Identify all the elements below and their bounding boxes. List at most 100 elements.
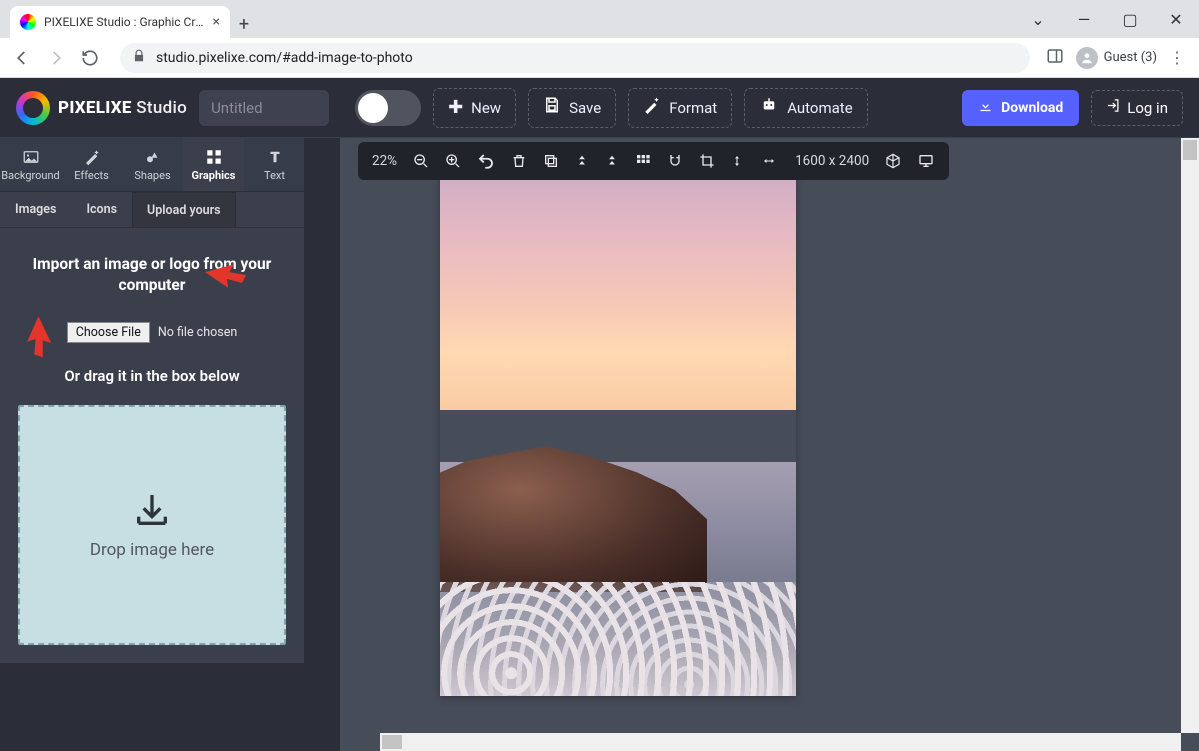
format-button-label: Format (669, 99, 717, 117)
image-dropzone[interactable]: Drop image here (18, 405, 286, 645)
zoom-in-icon[interactable] (445, 153, 461, 169)
wand-icon (643, 96, 661, 119)
document-title-input[interactable]: Untitled (199, 90, 329, 126)
canvas-image[interactable] (440, 176, 796, 696)
new-button[interactable]: ✚ New (433, 88, 516, 128)
file-chosen-label: No file chosen (158, 325, 237, 340)
document-title-placeholder: Untitled (211, 99, 263, 117)
sidebar-tab-background[interactable]: Background (0, 138, 61, 191)
canvas-dimensions: 1600 x 2400 (795, 153, 869, 169)
logo-icon (16, 91, 50, 125)
app-body: Background Effects Shapes Graphics Text (0, 138, 1199, 751)
theme-toggle[interactable] (355, 90, 421, 126)
zoom-label: 22% (372, 153, 397, 169)
caret-down-icon[interactable]: ⌄ (1015, 0, 1061, 38)
save-button-label: Save (569, 99, 601, 117)
graphics-icon (204, 148, 224, 166)
close-window-icon[interactable]: ✕ (1153, 0, 1199, 38)
upload-panel: Import an image or logo from your comput… (0, 228, 304, 663)
login-button-label: Log in (1127, 99, 1168, 117)
kebab-menu-icon[interactable]: ⋮ (1169, 48, 1185, 67)
magnet-icon[interactable] (667, 153, 683, 169)
login-button[interactable]: Log in (1091, 90, 1183, 126)
save-button[interactable]: Save (528, 88, 616, 128)
favicon (20, 14, 36, 30)
download-button-label: Download (1001, 100, 1063, 116)
canvas-viewport[interactable] (340, 138, 1199, 751)
download-icon (978, 98, 993, 117)
side-tab-bar: Background Effects Shapes Graphics Text (0, 138, 304, 192)
tab-close-icon[interactable]: × (213, 14, 220, 30)
sidebar-tab-label: Background (1, 169, 59, 182)
avatar-icon (1076, 47, 1098, 69)
download-into-icon (132, 490, 172, 530)
new-tab-button[interactable]: + (230, 10, 258, 38)
automate-button[interactable]: Automate (744, 88, 867, 128)
or-drag-label: Or drag it in the box below (64, 367, 239, 385)
tab-title: PIXELIXE Studio : Graphic Crea (44, 15, 207, 29)
desktop-icon[interactable] (917, 153, 935, 169)
browser-tab[interactable]: PIXELIXE Studio : Graphic Crea × (10, 6, 230, 38)
maximize-icon[interactable]: ▢ (1107, 0, 1153, 38)
sidebar-tab-effects[interactable]: Effects (61, 138, 122, 191)
undo-icon[interactable] (477, 152, 495, 170)
dropzone-label: Drop image here (90, 540, 214, 560)
trash-icon[interactable] (511, 153, 527, 169)
text-icon (265, 148, 285, 166)
bring-forward-icon[interactable] (575, 153, 589, 169)
format-button[interactable]: Format (628, 88, 732, 128)
brand-main: PIXELIXE (58, 98, 132, 118)
minimize-icon[interactable]: — (1061, 0, 1107, 38)
canvas-area: 22% 1600 x 2400 (340, 138, 1199, 751)
file-chooser-row: Choose File No file chosen (67, 322, 237, 343)
sidebar-tab-label: Shapes (134, 169, 170, 182)
floppy-icon (543, 96, 561, 119)
sidebar-tab-shapes[interactable]: Shapes (122, 138, 183, 191)
resize-horizontal-icon[interactable] (759, 155, 779, 167)
annotation-arrow-icon (17, 316, 66, 365)
subtab-images[interactable]: Images (0, 192, 71, 227)
cube-icon[interactable] (885, 153, 901, 169)
subtab-icons[interactable]: Icons (71, 192, 132, 227)
brand-sub: Studio (136, 98, 187, 118)
brand-logo[interactable]: PIXELIXE Studio (16, 91, 187, 125)
toggle-knob (358, 93, 388, 123)
app-header: PIXELIXE Studio Untitled ✚ New Save Form… (0, 78, 1199, 138)
copy-icon[interactable] (543, 153, 559, 169)
sidebar-tab-graphics[interactable]: Graphics (183, 138, 244, 191)
download-button[interactable]: Download (962, 90, 1079, 126)
zoom-out-icon[interactable] (413, 153, 429, 169)
app-root: PIXELIXE Studio Untitled ✚ New Save Form… (0, 78, 1199, 751)
panel-icon[interactable] (1046, 47, 1064, 69)
login-icon (1106, 98, 1121, 117)
sidebar-tab-label: Text (264, 169, 285, 182)
back-button[interactable] (8, 44, 36, 72)
subtab-upload-yours[interactable]: Upload yours (132, 192, 236, 227)
sidebar-tab-label: Effects (74, 169, 109, 182)
sidebar-tab-label: Graphics (192, 169, 236, 182)
plus-icon: ✚ (448, 97, 463, 118)
crop-icon[interactable] (699, 153, 715, 169)
image-icon (21, 148, 41, 166)
window-controls: ⌄ — ▢ ✕ (1015, 0, 1199, 38)
resize-vertical-icon[interactable] (731, 152, 743, 170)
grid-icon[interactable] (635, 153, 651, 169)
url-text: studio.pixelixe.com/#add-image-to-photo (156, 50, 413, 66)
choose-file-button[interactable]: Choose File (67, 322, 150, 343)
canvas-toolbar: 22% 1600 x 2400 (358, 142, 949, 180)
new-button-label: New (471, 99, 501, 117)
browser-toolbar: studio.pixelixe.com/#add-image-to-photo … (0, 38, 1199, 78)
address-bar[interactable]: studio.pixelixe.com/#add-image-to-photo (120, 43, 1030, 73)
lock-icon (132, 49, 146, 67)
canvas-vertical-scrollbar[interactable] (1181, 138, 1199, 733)
profile-chip[interactable]: Guest (3) (1076, 47, 1157, 69)
sidebar-tab-text[interactable]: Text (244, 138, 305, 191)
reload-button[interactable] (76, 44, 104, 72)
left-sidebar: Background Effects Shapes Graphics Text (0, 138, 304, 663)
canvas-horizontal-scrollbar[interactable] (380, 733, 1181, 751)
robot-icon (759, 96, 779, 119)
send-backward-icon[interactable] (605, 153, 619, 169)
automate-button-label: Automate (787, 99, 852, 117)
sparkle-icon (82, 148, 102, 166)
forward-button[interactable] (42, 44, 70, 72)
